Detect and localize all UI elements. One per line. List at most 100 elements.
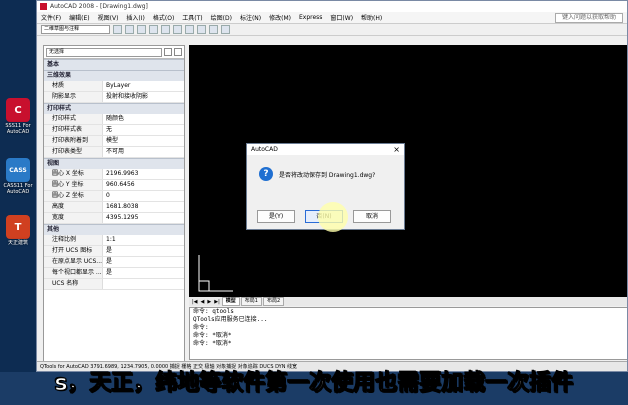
property-row[interactable]: 每个视口都显示 ... 是 (44, 268, 184, 279)
menu-format[interactable]: 格式(O) (149, 13, 178, 22)
command-line: 命令: *取消* (193, 340, 232, 347)
property-row[interactable]: 在原点显示 UCS... 是 (44, 257, 184, 268)
tab-layout2[interactable]: 布局2 (262, 297, 285, 306)
last-tab-arrow-icon[interactable]: ▶| (213, 299, 221, 305)
section-misc[interactable]: 其他 (44, 224, 184, 235)
menu-edit[interactable]: 编辑(E) (65, 13, 93, 22)
toolbar-button-icon[interactable] (137, 25, 146, 34)
property-key: 打印表附着到 (44, 136, 103, 146)
property-row[interactable]: 高度 1681.8038 (44, 202, 184, 213)
video-subtitle: s，天正，纬地等软件第一次使用也需要加载一次插件 (54, 371, 574, 397)
toolbar-button-icon[interactable] (209, 25, 218, 34)
sss-app-icon: C (6, 98, 30, 122)
menu-dimension[interactable]: 标注(N) (236, 13, 265, 22)
property-key: 阴影显示 (44, 92, 103, 102)
property-row[interactable]: 圆心 Z 坐标 0 (44, 191, 184, 202)
window-titlebar[interactable]: AutoCAD 2008 - [Drawing1.dwg] (37, 1, 627, 12)
property-value: 960.6456 (106, 181, 135, 188)
property-key: 打印样式 (44, 114, 103, 124)
property-row[interactable]: 注释比例 1:1 (44, 235, 184, 246)
command-window[interactable]: 命令: qtools QTools应用服务已连接... 命令: 命令: *取消*… (189, 307, 627, 360)
menu-window[interactable]: 窗口(W) (326, 13, 357, 22)
property-row[interactable]: 圆心 Y 坐标 960.6456 (44, 180, 184, 191)
property-row[interactable]: UCS 名称 (44, 279, 184, 290)
toolbar-button-icon[interactable] (161, 25, 170, 34)
toolbar-button-icon[interactable] (185, 25, 194, 34)
menu-modify[interactable]: 修改(M) (265, 13, 295, 22)
dialog-body: ? 是否将改动保存到 Drawing1.dwg? (247, 155, 404, 181)
section-3d-visualization[interactable]: 三维效果 (44, 70, 184, 81)
property-row[interactable]: 阴影显示 投射和接收阴影 (44, 92, 184, 103)
property-value: 是 (106, 247, 113, 254)
tangent-app-icon: T (6, 215, 30, 239)
toolbar-button-icon[interactable] (173, 25, 182, 34)
property-value (103, 279, 184, 289)
autocad-logo-icon (40, 3, 47, 10)
prev-tab-arrow-icon[interactable]: ◀ (200, 299, 206, 305)
workspace-dropdown[interactable]: 二维草图与注释 (41, 25, 110, 34)
menu-view[interactable]: 视图(V) (94, 13, 123, 22)
layout-tab-bar: |◀ ◀ ▶ ▶| 模型 布局1 布局2 (189, 297, 627, 306)
dialog-title: AutoCAD (251, 146, 278, 153)
property-row[interactable]: 打印样式 随颜色 (44, 114, 184, 125)
menu-draw[interactable]: 绘图(D) (207, 13, 236, 22)
section-general[interactable]: 基本 (44, 59, 184, 70)
property-key: 圆心 Z 坐标 (44, 191, 103, 201)
yes-button[interactable]: 是(Y) (257, 210, 295, 223)
desktop-icon-label: CASS11 For AutoCAD (3, 183, 33, 195)
property-row[interactable]: 圆心 X 坐标 2196.9963 (44, 169, 184, 180)
first-tab-arrow-icon[interactable]: |◀ (191, 299, 199, 305)
toolbar-button-icon[interactable] (221, 25, 230, 34)
toolbar-button-icon[interactable] (113, 25, 122, 34)
property-row[interactable]: 打印样式表无 (44, 125, 184, 136)
menu-tools[interactable]: 工具(T) (178, 13, 206, 22)
toolbar-button-icon[interactable] (197, 25, 206, 34)
tab-model[interactable]: 模型 (221, 297, 240, 306)
menu-express[interactable]: Express (295, 14, 326, 21)
desktop-icon-tangent[interactable]: T 天正建筑 (1, 215, 35, 246)
property-key: 材质 (44, 81, 103, 91)
section-plot-style[interactable]: 打印样式 (44, 103, 184, 114)
property-value: 1681.8038 (106, 203, 139, 210)
help-search-input[interactable]: 键入问题以获取帮助 (554, 12, 623, 23)
menu-help[interactable]: 帮助(H) (357, 13, 386, 22)
property-key: 打印表类型 (44, 147, 103, 157)
window-title: AutoCAD 2008 - [Drawing1.dwg] (50, 3, 148, 10)
cursor-highlight (318, 202, 348, 232)
property-row[interactable]: 打开 UCS 图标是 (44, 246, 184, 257)
property-key: 在原点显示 UCS... (44, 257, 103, 267)
properties-palette: 无选择 基本 三维效果 材质 ByLayer 阴影显示 投射和接收阴影 打印样式 打… (43, 45, 185, 371)
property-key: UCS 名称 (44, 279, 103, 289)
property-key: 宽度 (44, 213, 103, 223)
tab-layout1[interactable]: 布局1 (240, 297, 262, 306)
toolbar-button-icon[interactable] (125, 25, 134, 34)
desktop-icon-cass11[interactable]: CASS CASS11 For AutoCAD (1, 158, 35, 195)
command-line: 命令: *取消* (193, 332, 232, 339)
property-key: 每个视口都显示 ... (44, 268, 103, 278)
property-row[interactable]: 打印表类型 不可用 (44, 147, 184, 158)
close-icon[interactable]: × (393, 145, 400, 154)
select-objects-icon[interactable] (174, 48, 182, 56)
cass-app-icon: CASS (6, 158, 30, 182)
section-view[interactable]: 视图 (44, 158, 184, 169)
toolbar-button-icon[interactable] (149, 25, 158, 34)
property-row[interactable]: 宽度 4395.1295 (44, 213, 184, 224)
property-value: 无 (106, 126, 113, 133)
property-row[interactable]: 材质 ByLayer (44, 81, 184, 92)
desktop-icon-label: SSS11 For AutoCAD (5, 123, 31, 135)
selection-bar: 无选择 (44, 46, 184, 59)
menu-insert[interactable]: 插入(I) (122, 13, 148, 22)
cancel-button[interactable]: 取消 (353, 210, 391, 223)
selection-dropdown[interactable]: 无选择 (46, 47, 162, 57)
dialog-message: 是否将改动保存到 Drawing1.dwg? (279, 171, 376, 179)
menu-file[interactable]: 文件(F) (37, 13, 65, 22)
property-value: 是 (106, 258, 113, 265)
dialog-titlebar[interactable]: AutoCAD × (247, 144, 404, 155)
property-key: 打印样式表 (44, 125, 103, 135)
question-icon: ? (259, 167, 273, 181)
next-tab-arrow-icon[interactable]: ▶ (206, 299, 212, 305)
quick-select-icon[interactable] (164, 48, 172, 56)
desktop-icon-sss11[interactable]: C SSS11 For AutoCAD (1, 98, 35, 135)
property-key: 注释比例 (44, 235, 103, 245)
property-row[interactable]: 打印表附着到 模型 (44, 136, 184, 147)
